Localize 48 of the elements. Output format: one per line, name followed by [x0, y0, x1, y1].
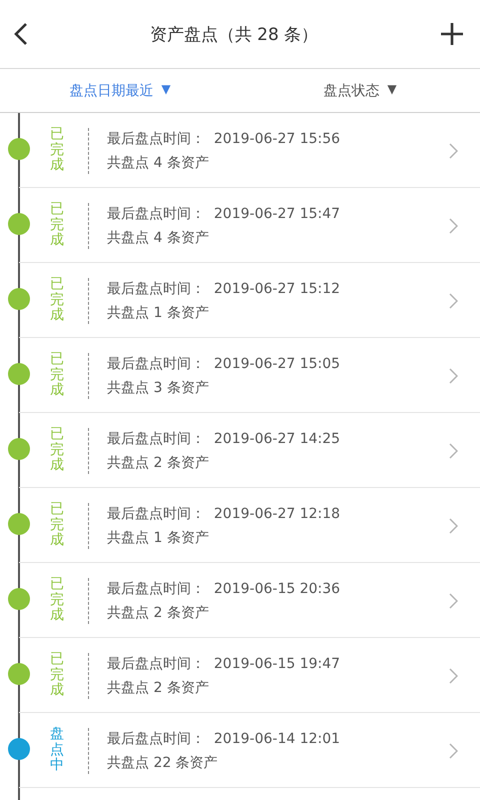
record-row[interactable]: 已完成 最后盘点时间： 2019-06-15 19:47 共盘点 2 条资产 [0, 638, 480, 713]
last-check-time: 最后盘点时间： 2019-06-27 15:12 [107, 280, 342, 298]
status-label: 已完成 [50, 427, 64, 474]
status-label: 已完成 [50, 277, 64, 324]
chevron-icon [449, 368, 458, 384]
record-row[interactable]: 已完成 最后盘点时间： 2019-06-27 15:12 共盘点 1 条资产 [0, 263, 480, 338]
status-label: 已完成 [50, 127, 64, 174]
chevron-icon [449, 218, 458, 234]
status-label: 盘点中 [50, 727, 64, 774]
record-row[interactable]: 已完成 最后盘点时间： 2019-06-27 15:56 共盘点 4 条资产 [0, 113, 480, 188]
asset-count: 共盘点 1 条资产 [107, 528, 210, 546]
chevron-icon [449, 668, 458, 684]
last-check-time: 最后盘点时间： 2019-06-27 15:56 [107, 130, 342, 148]
status-label: 已完成 [50, 577, 64, 624]
record-row[interactable]: 盘点中 最后盘点时间： 2019-06-14 12:01 共盘点 22 条资产 [0, 713, 480, 788]
record-row[interactable]: 已完成 最后盘点时间： 2019-06-27 15:47 共盘点 4 条资产 [0, 188, 480, 263]
chevron-icon [449, 142, 458, 158]
asset-count: 共盘点 2 条资产 [107, 678, 210, 696]
chevron-icon [449, 292, 458, 308]
filter-dropdown[interactable]: 盘点状态 ▼ [240, 80, 480, 100]
asset-count: 共盘点 2 条资产 [107, 604, 210, 622]
chevron-icon [449, 742, 458, 758]
last-check-time: 最后盘点时间： 2019-06-27 15:05 [107, 354, 342, 372]
status-label: 已完成 [50, 202, 64, 249]
status-label: 已完成 [50, 502, 64, 549]
last-check-time: 最后盘点时间： 2019-06-15 20:36 [107, 580, 342, 598]
last-check-time: 最后盘点时间： 2019-06-14 12:01 [107, 730, 342, 748]
record-row[interactable]: 已完成 最后盘点时间： 2019-06-27 14:25 共盘点 2 条资产 [0, 413, 480, 488]
status-label: 已完成 [50, 352, 64, 399]
chevron-icon [449, 592, 458, 608]
record-row[interactable]: 已完成 最后盘点时间： 2019-06-27 15:05 共盘点 3 条资产 [0, 338, 480, 413]
chevron-icon [449, 518, 458, 534]
asset-count: 共盘点 2 条资产 [107, 454, 210, 472]
asset-count: 共盘点 4 条资产 [107, 154, 210, 172]
record-row[interactable]: 已完成 最后盘点时间： 2019-06-15 20:36 共盘点 2 条资产 [0, 563, 480, 638]
asset-count: 共盘点 22 条资产 [107, 754, 219, 772]
asset-count: 共盘点 1 条资产 [107, 304, 210, 322]
filter-dropdown[interactable]: 盘点日期最近 ▼ [0, 80, 240, 100]
page-title: 资产盘点（共 28 条） [150, 24, 318, 46]
chevron-icon [449, 442, 458, 458]
status-label: 已完成 [50, 652, 64, 699]
asset-count: 共盘点 4 条资产 [107, 228, 210, 246]
asset-count: 共盘点 3 条资产 [107, 378, 210, 396]
last-check-time: 最后盘点时间： 2019-06-27 12:18 [107, 504, 342, 522]
last-check-time: 最后盘点时间： 2019-06-27 15:47 [107, 204, 342, 222]
record-row[interactable]: 已完成 最后盘点时间： 2019-06-27 12:18 共盘点 1 条资产 [0, 488, 480, 563]
last-check-time: 最后盘点时间： 2019-06-15 19:47 [107, 654, 342, 672]
last-check-time: 最后盘点时间： 2019-06-27 14:25 [107, 430, 342, 448]
